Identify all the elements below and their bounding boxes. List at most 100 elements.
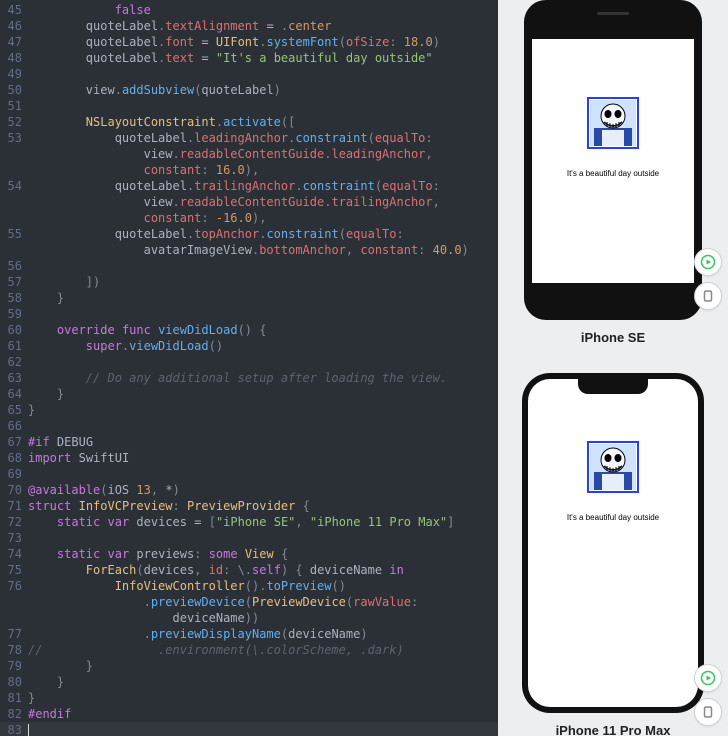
line-source[interactable]: .previewDevice(PreviewDevice(rawValue: xyxy=(28,594,498,610)
line-source[interactable] xyxy=(28,418,498,434)
line-source[interactable]: } xyxy=(28,658,498,674)
code-line[interactable]: 60 override func viewDidLoad() { xyxy=(0,322,498,338)
line-source[interactable]: static var devices = ["iPhone SE", "iPho… xyxy=(28,514,498,530)
code-line[interactable]: 73 xyxy=(0,530,498,546)
code-line[interactable]: 79 } xyxy=(0,658,498,674)
line-source[interactable] xyxy=(28,354,498,370)
code-line[interactable]: 76 InfoViewController().toPreview() xyxy=(0,578,498,594)
line-source[interactable] xyxy=(28,66,498,82)
code-line[interactable]: 51 xyxy=(0,98,498,114)
line-source[interactable]: ForEach(devices, id: \.self) { deviceNam… xyxy=(28,562,498,578)
line-source[interactable]: import SwiftUI xyxy=(28,450,498,466)
code-line[interactable]: 82#endif xyxy=(0,706,498,722)
device-notch xyxy=(578,378,648,394)
line-source[interactable]: // .environment(\.colorScheme, .dark) xyxy=(28,642,498,658)
code-line[interactable]: 78// .environment(\.colorScheme, .dark) xyxy=(0,642,498,658)
line-source[interactable]: } xyxy=(28,402,498,418)
code-line[interactable]: view.readableContentGuide.leadingAnchor, xyxy=(0,146,498,162)
line-source[interactable]: false xyxy=(28,2,498,18)
code-line[interactable]: 75 ForEach(devices, id: \.self) { device… xyxy=(0,562,498,578)
line-source[interactable]: quoteLabel.trailingAnchor.constraint(equ… xyxy=(28,178,498,194)
play-button[interactable] xyxy=(694,248,722,276)
code-line[interactable]: 72 static var devices = ["iPhone SE", "i… xyxy=(0,514,498,530)
line-source[interactable]: constant: 16.0), xyxy=(28,162,498,178)
line-source[interactable]: quoteLabel.text = "It's a beautiful day … xyxy=(28,50,498,66)
line-source[interactable]: static var previews: some View { xyxy=(28,546,498,562)
line-source[interactable]: view.readableContentGuide.leadingAnchor, xyxy=(28,146,498,162)
code-line[interactable]: 56 xyxy=(0,258,498,274)
line-source[interactable]: } xyxy=(28,386,498,402)
code-line[interactable]: 66 xyxy=(0,418,498,434)
line-source[interactable]: // Do any additional setup after loading… xyxy=(28,370,498,386)
line-source[interactable]: } xyxy=(28,674,498,690)
line-source[interactable] xyxy=(28,258,498,274)
line-source[interactable]: super.viewDidLoad() xyxy=(28,338,498,354)
code-line[interactable]: .previewDevice(PreviewDevice(rawValue: xyxy=(0,594,498,610)
code-line[interactable]: 68import SwiftUI xyxy=(0,450,498,466)
code-line[interactable]: 57 ]) xyxy=(0,274,498,290)
line-source[interactable] xyxy=(28,98,498,114)
code-line[interactable]: 62 xyxy=(0,354,498,370)
line-source[interactable]: #endif xyxy=(28,706,498,722)
code-line[interactable]: constant: 16.0), xyxy=(0,162,498,178)
line-source[interactable]: @available(iOS 13, *) xyxy=(28,482,498,498)
line-source[interactable]: constant: -16.0), xyxy=(28,210,498,226)
code-line[interactable]: 64 } xyxy=(0,386,498,402)
line-source[interactable]: .previewDisplayName(deviceName) xyxy=(28,626,498,642)
line-source[interactable]: InfoViewController().toPreview() xyxy=(28,578,498,594)
line-source[interactable]: ]) xyxy=(28,274,498,290)
code-line[interactable]: view.readableContentGuide.trailingAnchor… xyxy=(0,194,498,210)
line-source[interactable] xyxy=(28,466,498,482)
code-line[interactable]: 54 quoteLabel.trailingAnchor.constraint(… xyxy=(0,178,498,194)
preview-canvas[interactable]: It's a beautiful day outside iPhone SE xyxy=(498,0,728,736)
code-line[interactable]: 45 false xyxy=(0,2,498,18)
play-button[interactable] xyxy=(694,664,722,692)
line-source[interactable]: quoteLabel.topAnchor.constraint(equalTo: xyxy=(28,226,498,242)
code-line[interactable]: 50 view.addSubview(quoteLabel) xyxy=(0,82,498,98)
code-line[interactable]: 46 quoteLabel.textAlignment = .center xyxy=(0,18,498,34)
line-source[interactable]: } xyxy=(28,690,498,706)
code-line[interactable]: 67#if DEBUG xyxy=(0,434,498,450)
device-select-button[interactable] xyxy=(694,698,722,726)
code-line[interactable]: 80 } xyxy=(0,674,498,690)
code-line[interactable]: 65} xyxy=(0,402,498,418)
code-line[interactable]: 69 xyxy=(0,466,498,482)
code-line[interactable]: 83 xyxy=(0,722,498,736)
line-source[interactable]: struct InfoVCPreview: PreviewProvider { xyxy=(28,498,498,514)
code-line[interactable]: 48 quoteLabel.text = "It's a beautiful d… xyxy=(0,50,498,66)
code-line[interactable]: 74 static var previews: some View { xyxy=(0,546,498,562)
line-source[interactable]: view.addSubview(quoteLabel) xyxy=(28,82,498,98)
line-source[interactable]: NSLayoutConstraint.activate([ xyxy=(28,114,498,130)
code-line[interactable]: 71struct InfoVCPreview: PreviewProvider … xyxy=(0,498,498,514)
code-line[interactable]: 58 } xyxy=(0,290,498,306)
line-source[interactable]: quoteLabel.font = UIFont.systemFont(ofSi… xyxy=(28,34,498,50)
line-source[interactable]: } xyxy=(28,290,498,306)
code-line[interactable]: 47 quoteLabel.font = UIFont.systemFont(o… xyxy=(0,34,498,50)
line-source[interactable] xyxy=(28,306,498,322)
code-line[interactable]: 81} xyxy=(0,690,498,706)
code-line[interactable]: 49 xyxy=(0,66,498,82)
line-source[interactable]: quoteLabel.textAlignment = .center xyxy=(28,18,498,34)
code-line[interactable]: avatarImageView.bottomAnchor, constant: … xyxy=(0,242,498,258)
code-line[interactable]: 70@available(iOS 13, *) xyxy=(0,482,498,498)
code-line[interactable]: 59 xyxy=(0,306,498,322)
code-line[interactable]: 61 super.viewDidLoad() xyxy=(0,338,498,354)
line-number: 71 xyxy=(0,498,28,514)
code-line[interactable]: constant: -16.0), xyxy=(0,210,498,226)
code-line[interactable]: 53 quoteLabel.leadingAnchor.constraint(e… xyxy=(0,130,498,146)
code-line[interactable]: 52 NSLayoutConstraint.activate([ xyxy=(0,114,498,130)
line-source[interactable] xyxy=(28,722,498,736)
line-source[interactable]: #if DEBUG xyxy=(28,434,498,450)
line-source[interactable]: view.readableContentGuide.trailingAnchor… xyxy=(28,194,498,210)
line-source[interactable]: override func viewDidLoad() { xyxy=(28,322,498,338)
code-line[interactable]: deviceName)) xyxy=(0,610,498,626)
line-source[interactable]: quoteLabel.leadingAnchor.constraint(equa… xyxy=(28,130,498,146)
code-line[interactable]: 77 .previewDisplayName(deviceName) xyxy=(0,626,498,642)
code-line[interactable]: 55 quoteLabel.topAnchor.constraint(equal… xyxy=(0,226,498,242)
line-source[interactable]: deviceName)) xyxy=(28,610,498,626)
line-source[interactable]: avatarImageView.bottomAnchor, constant: … xyxy=(28,242,498,258)
code-line[interactable]: 63 // Do any additional setup after load… xyxy=(0,370,498,386)
code-editor[interactable]: 45 false46 quoteLabel.textAlignment = .c… xyxy=(0,0,498,736)
device-select-button[interactable] xyxy=(694,282,722,310)
line-source[interactable] xyxy=(28,530,498,546)
